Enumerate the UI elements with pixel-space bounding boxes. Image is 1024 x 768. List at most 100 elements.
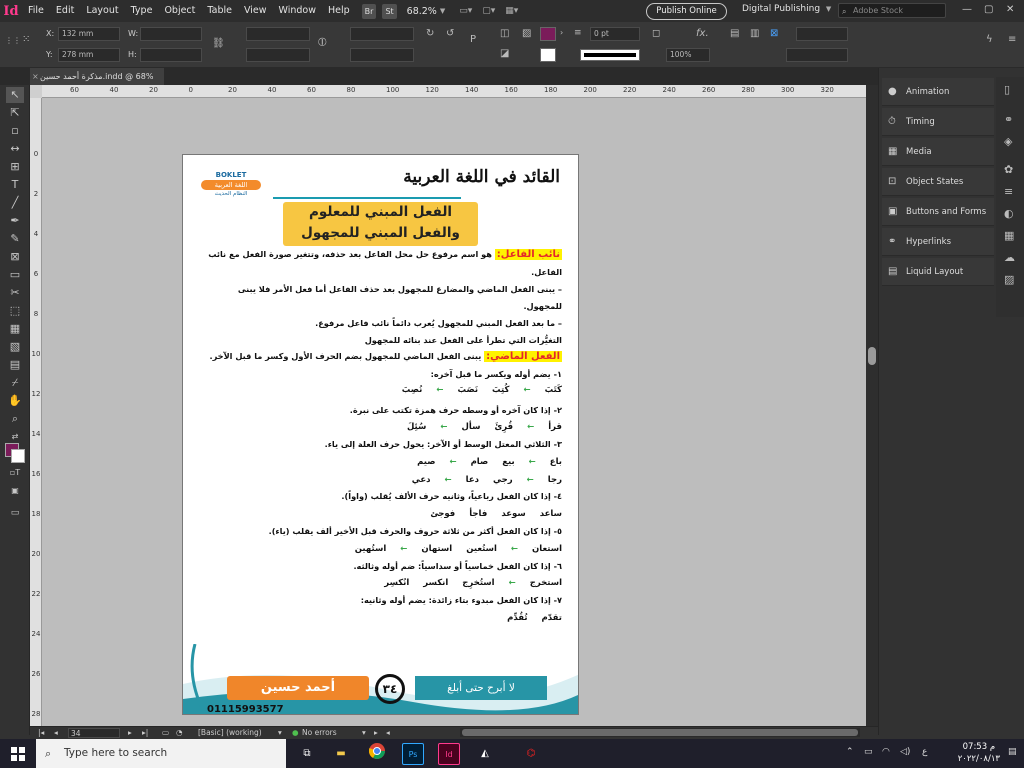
panel-liquid-layout[interactable]: ▤ Liquid Layout [882, 258, 994, 286]
ruler-origin[interactable] [30, 85, 42, 98]
zoom-level[interactable]: 68.2% [407, 6, 437, 17]
menu-table[interactable]: Table [201, 0, 238, 22]
scale-x-field[interactable] [246, 27, 310, 41]
cc-libraries-icon[interactable]: ☁ [1004, 251, 1015, 264]
next-page-icon[interactable]: ▸ [128, 728, 132, 737]
stroke-color-swatch[interactable] [11, 449, 25, 463]
fill-icon[interactable]: ▨ [522, 28, 531, 39]
control-menu-icon[interactable]: ≡ [1008, 34, 1016, 45]
bridge-button[interactable]: Br [361, 3, 377, 19]
gradient-tool-icon[interactable]: ▦ [6, 321, 24, 337]
content-collector-icon[interactable]: ⊞ [6, 159, 24, 175]
x-field[interactable]: 132 mm [58, 27, 120, 41]
shear-field[interactable] [350, 48, 414, 62]
indesign-taskbar-icon[interactable]: Id [438, 743, 460, 765]
gradient-feather-tool-icon[interactable]: ▧ [6, 339, 24, 355]
preflight-stop-icon[interactable]: ◂ [386, 728, 390, 737]
effects-icon[interactable]: fx. [696, 28, 709, 39]
notifications-icon[interactable]: ▤ [1008, 747, 1017, 757]
gap-tool-icon[interactable]: ↔ [6, 141, 24, 157]
volume-icon[interactable]: ◁) [900, 747, 910, 757]
panel-hyperlinks[interactable]: ⚭ Hyperlinks [882, 228, 994, 256]
free-transform-tool-icon[interactable]: ⬚ [6, 303, 24, 319]
object-style-dropdown[interactable] [786, 48, 848, 62]
taskbar-search-input[interactable]: ⌕ Type here to search [36, 739, 286, 768]
menu-object[interactable]: Object [158, 0, 201, 22]
panel-buttons-forms[interactable]: ▣ Buttons and Forms [882, 198, 994, 226]
chevron-down-icon[interactable]: ▾ [278, 728, 282, 737]
swatches-icon[interactable]: ▦ [1004, 229, 1014, 242]
page-number-field[interactable]: 34 [68, 728, 120, 738]
rectangle-tool-icon[interactable]: ▭ [6, 267, 24, 283]
workspace-switcher[interactable]: Digital Publishing ▼ [742, 4, 831, 14]
layers-icon[interactable]: ◈ [1004, 135, 1012, 148]
stroke-weight-field[interactable]: 0 pt [590, 27, 640, 41]
wifi-icon[interactable]: ◠ [882, 747, 890, 757]
rectangle-frame-tool-icon[interactable]: ⊠ [6, 249, 24, 265]
eyedropper-tool-icon[interactable]: ⌿ [6, 375, 24, 391]
file-explorer-icon[interactable]: ▬ [330, 743, 352, 765]
text-wrap-icon[interactable]: ▤ [730, 28, 739, 39]
color-panel-icon[interactable]: ◐ [1004, 207, 1014, 220]
note-tool-icon[interactable]: ▤ [6, 357, 24, 373]
flip-icon[interactable]: P [470, 34, 476, 45]
links-icon[interactable]: ⚭ [1004, 113, 1013, 126]
close-tab-icon[interactable]: × [32, 68, 39, 85]
zoom-chevron-down-icon[interactable]: ▼ [440, 7, 445, 15]
style-profile[interactable]: [Basic] (working) [198, 728, 262, 737]
horizontal-scrollbar[interactable] [460, 728, 860, 737]
task-view-icon[interactable]: ⧉ [296, 743, 318, 765]
acrobat-icon[interactable]: ⌬ [520, 743, 542, 765]
selection-tool-icon[interactable]: ↖ [6, 87, 24, 103]
select-container-icon[interactable]: ◫ [500, 28, 509, 39]
apply-color-icon[interactable]: ▣ [6, 483, 24, 499]
w-field[interactable] [140, 27, 202, 41]
hand-tool-icon[interactable]: ✋ [6, 393, 24, 409]
rotate-cw-icon[interactable]: ↻ [426, 28, 434, 39]
chevron-down-icon[interactable]: ▾ [362, 728, 366, 737]
pencil-tool-icon[interactable]: ✎ [6, 231, 24, 247]
open-page-icon[interactable]: ▭ [162, 728, 169, 737]
formatting-affects-container-icon[interactable]: ▫T [6, 465, 24, 481]
vertical-scroll-thumb[interactable] [868, 347, 876, 365]
stroke-swatch[interactable] [540, 48, 556, 62]
rotate-ccw-icon[interactable]: ↺ [446, 28, 454, 39]
page-tool-icon[interactable]: ▫ [6, 123, 24, 139]
document-page[interactable]: BOKLET اللغة العربية النظام الحديث القائ… [182, 154, 579, 715]
arrange-documents-icon[interactable]: ▦▾ [505, 6, 518, 16]
vertical-scrollbar[interactable] [866, 85, 878, 726]
lightning-icon[interactable]: ϟ [986, 34, 993, 45]
document-tab[interactable]: × مذكرة أحمد حسين.indd @ 68% [30, 68, 164, 85]
errors-status[interactable]: No errors [302, 728, 337, 737]
panel-media[interactable]: ▦ Media [882, 138, 994, 166]
view-options-icon[interactable]: ▭▾ [459, 6, 472, 16]
reference-point-icon[interactable]: ⁙ [22, 34, 30, 45]
network-icon[interactable]: ▭ [864, 747, 873, 757]
last-page-icon[interactable]: ▸| [142, 728, 148, 737]
screen-mode-tool-icon[interactable]: ▭ [6, 505, 24, 521]
rotation-field[interactable] [350, 27, 414, 41]
photoshop-icon[interactable]: Ps [402, 743, 424, 765]
minimize-icon[interactable]: — [962, 4, 972, 15]
line-tool-icon[interactable]: ╱ [6, 195, 24, 211]
select-content-icon[interactable]: ◪ [500, 48, 509, 59]
language-indicator[interactable]: ع [922, 747, 927, 757]
screen-mode-icon[interactable]: ▢▾ [482, 6, 495, 16]
menu-type[interactable]: Type [125, 0, 159, 22]
fx-icon[interactable]: ◻ [652, 28, 660, 39]
object-style-field[interactable] [796, 27, 848, 41]
stroke-panel-icon[interactable]: ≡ [1004, 185, 1013, 198]
adobe-stock-search-input[interactable]: ⌕ Adobe Stock [838, 3, 946, 18]
direct-selection-tool-icon[interactable]: ⇱ [6, 105, 24, 121]
panel-timing[interactable]: ⏱ Timing [882, 108, 994, 136]
menu-file[interactable]: File [22, 0, 50, 22]
stroke-type-dropdown[interactable] [580, 49, 640, 61]
menu-help[interactable]: Help [322, 0, 356, 22]
panel-object-states[interactable]: ⊡ Object States [882, 168, 994, 196]
maximize-icon[interactable]: ▢ [984, 4, 993, 15]
text-wrap-alt-icon[interactable]: ▥ [750, 28, 759, 39]
stock-button[interactable]: St [382, 3, 397, 19]
fill-chevron-icon[interactable]: › [560, 28, 563, 37]
constrain-scale-icon[interactable]: ⦶ [318, 35, 327, 50]
first-page-icon[interactable]: |◂ [38, 728, 44, 737]
